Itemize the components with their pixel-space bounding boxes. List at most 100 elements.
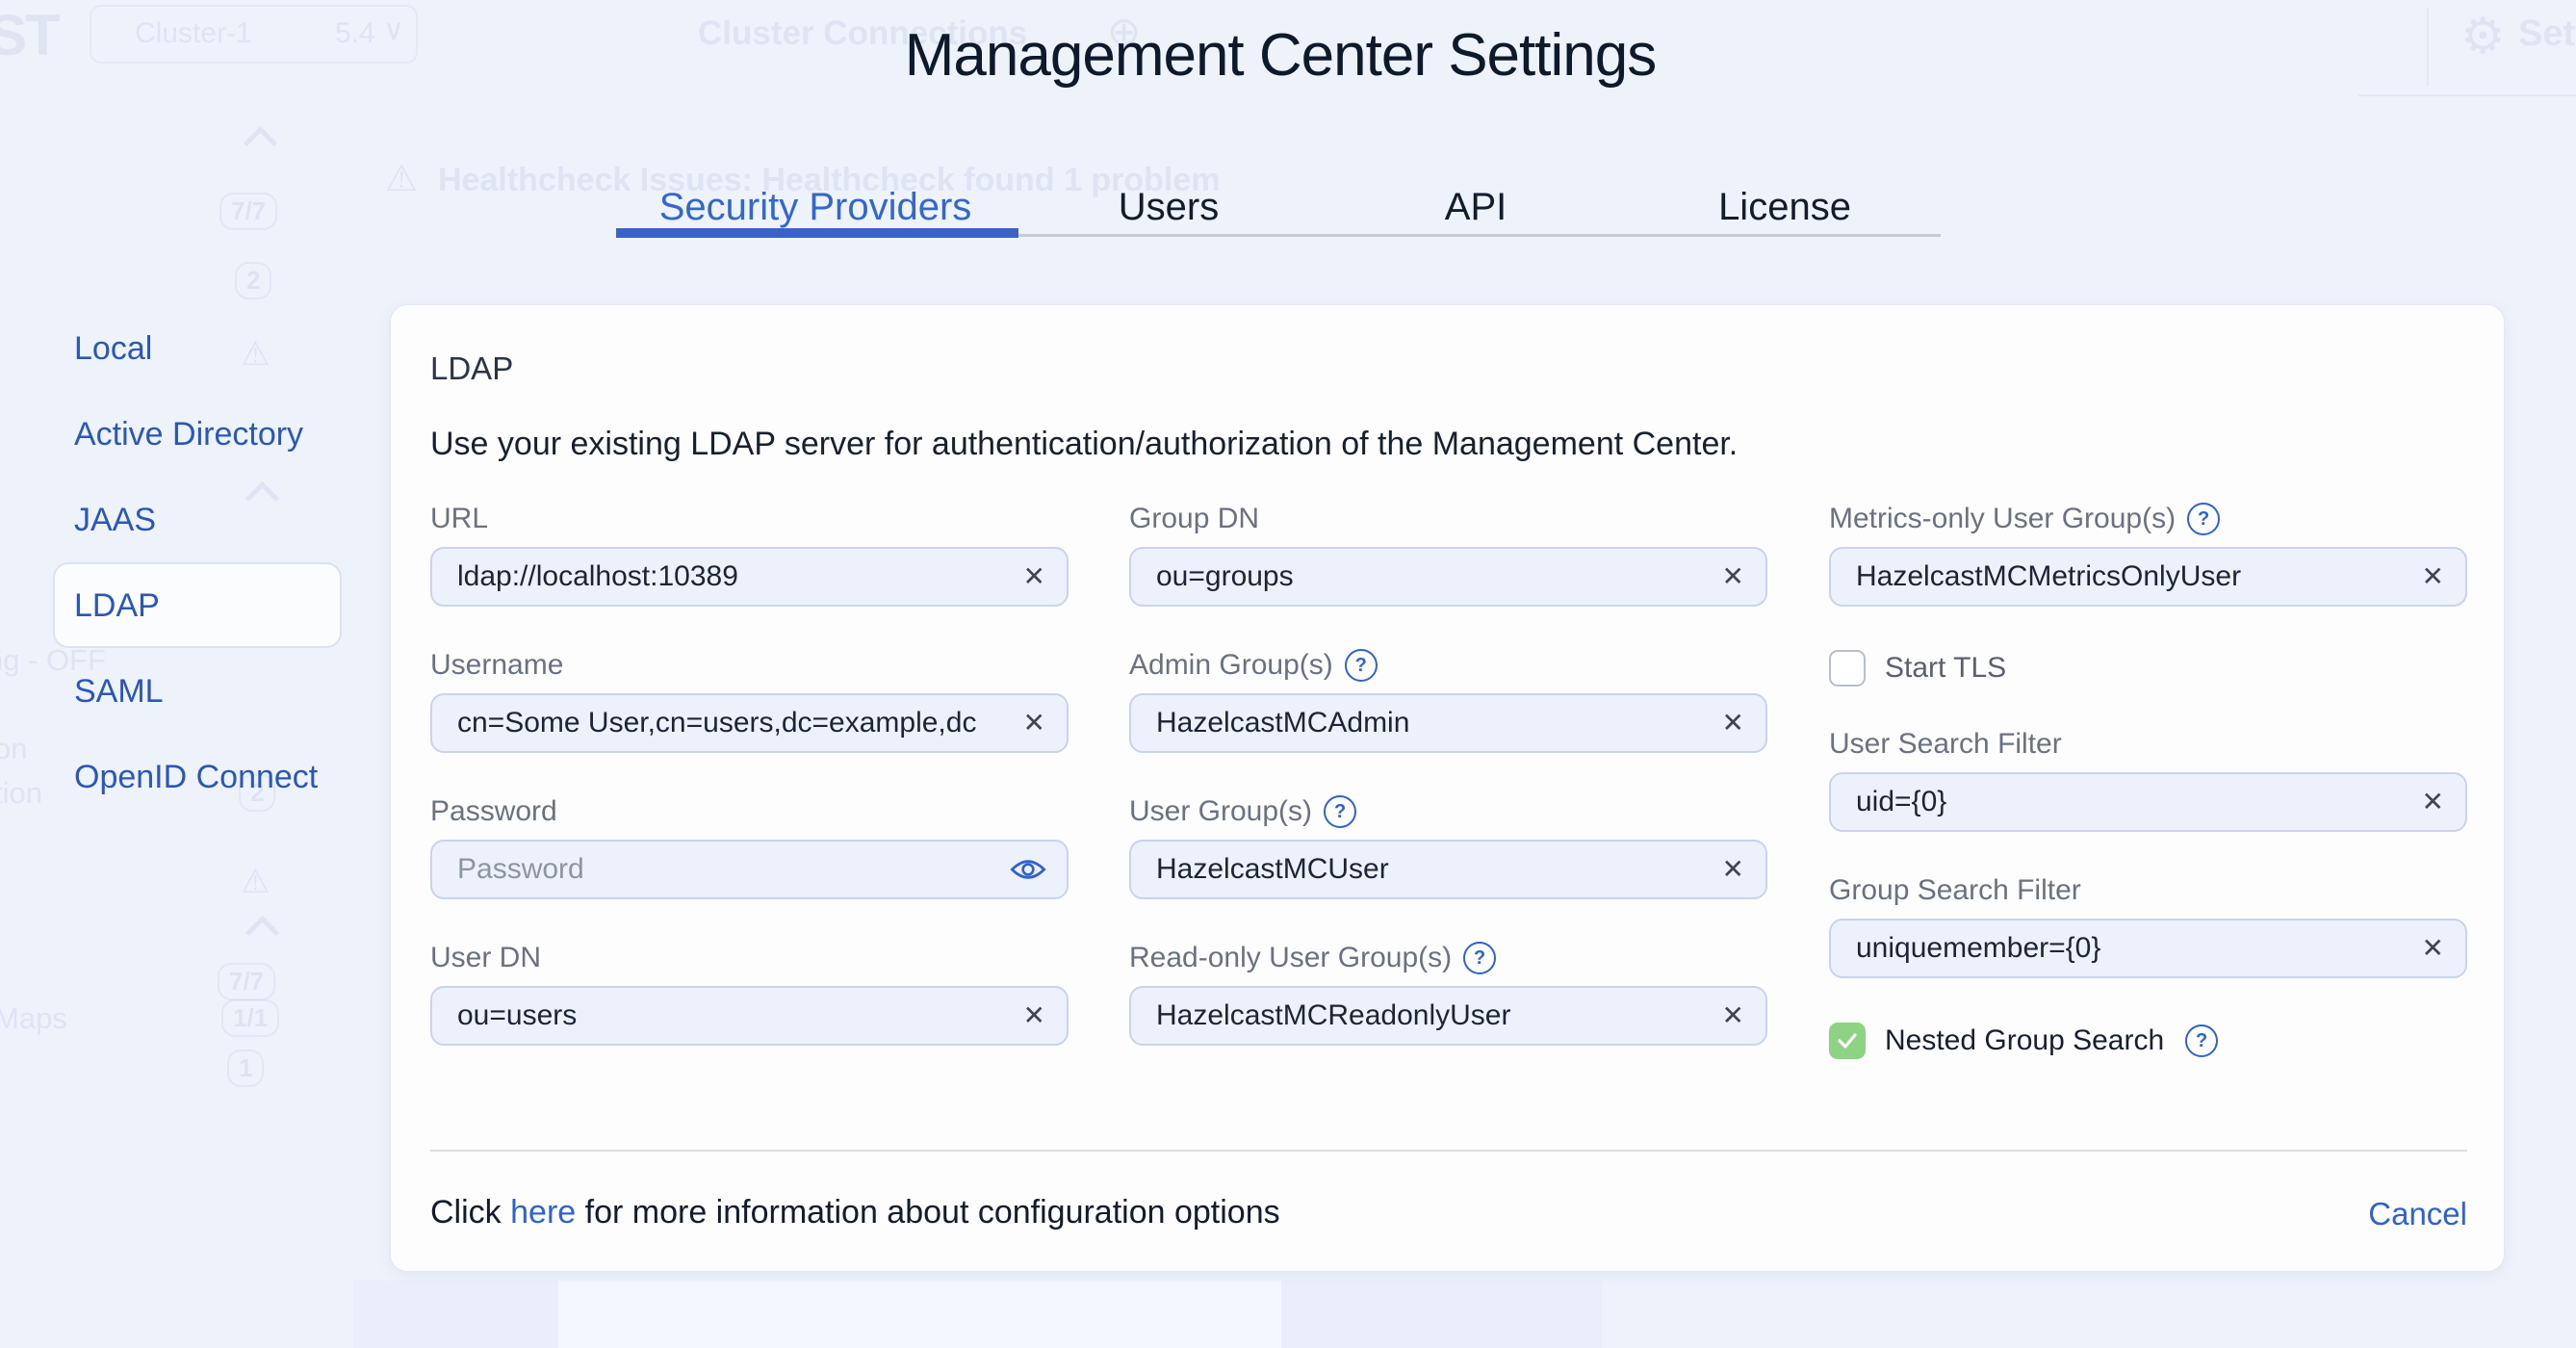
backdrop-item-fragment: on: [0, 732, 27, 766]
field-user-groups: User Group(s) ? ✕: [1129, 797, 1767, 899]
hazelcast-logo-fragment: ST: [0, 2, 59, 68]
field-admin-groups: Admin Group(s) ? ✕: [1129, 651, 1767, 753]
cancel-button[interactable]: Cancel: [2291, 1196, 2467, 1232]
backdrop-badge: 7/7: [219, 193, 277, 230]
admin-groups-input-box: ✕: [1129, 693, 1767, 753]
clear-icon[interactable]: ✕: [2422, 935, 2444, 962]
user-dn-input[interactable]: [457, 988, 976, 1044]
show-password-eye-icon[interactable]: [1009, 856, 1047, 883]
field-label: Password: [430, 797, 557, 826]
nav-item-saml[interactable]: SAML: [74, 675, 164, 708]
backdrop-item-fragment: Maps: [0, 1001, 67, 1036]
help-icon[interactable]: ?: [2185, 1024, 2218, 1057]
user-dn-input-box: ✕: [430, 986, 1069, 1046]
start-tls-checkbox[interactable]: [1829, 650, 1866, 687]
field-label: Read-only User Group(s): [1129, 944, 1452, 972]
group-dn-input-box: ✕: [1129, 547, 1767, 607]
username-input[interactable]: [457, 695, 976, 751]
user-search-filter-input-box: ✕: [1829, 772, 2467, 832]
password-input[interactable]: [457, 842, 976, 897]
clear-icon[interactable]: ✕: [1023, 1002, 1045, 1029]
group-search-filter-input[interactable]: [1856, 920, 2375, 976]
field-label: User DN: [430, 944, 541, 972]
nav-item-openid-connect[interactable]: OpenID Connect: [74, 761, 318, 793]
field-label: Group DN: [1129, 505, 1259, 533]
backdrop-table-block: [1281, 1281, 1602, 1348]
password-input-box: [430, 840, 1069, 899]
metrics-groups-input[interactable]: [1856, 549, 2375, 605]
backdrop-badge: 2: [235, 262, 271, 299]
backdrop-divider-h: [2358, 94, 2576, 96]
help-icon[interactable]: ?: [2187, 503, 2220, 535]
management-center-settings-overlay: ST Cluster-1 5.4 ∨ Cluster Connections ⊕…: [0, 0, 2576, 1348]
nav-item-local[interactable]: Local: [74, 332, 152, 365]
footer-text: Click: [430, 1194, 502, 1231]
here-link[interactable]: here: [510, 1194, 576, 1231]
warning-icon: ⚠: [385, 157, 418, 200]
card-heading: LDAP: [430, 350, 513, 387]
field-user-dn: User DN ✕: [430, 944, 1069, 1046]
url-input-box: ✕: [430, 547, 1069, 607]
field-label: User Search Filter: [1829, 730, 2062, 759]
backdrop-item-fragment: tion: [0, 776, 42, 811]
help-icon[interactable]: ?: [1324, 795, 1356, 828]
field-label: URL: [430, 505, 488, 533]
clear-icon[interactable]: ✕: [1023, 710, 1045, 737]
metrics-groups-input-box: ✕: [1829, 547, 2467, 607]
user-groups-input-box: ✕: [1129, 840, 1767, 899]
backdrop-badge: 1/1: [221, 999, 279, 1037]
clear-icon[interactable]: ✕: [1722, 563, 1744, 590]
readonly-groups-input-box: ✕: [1129, 986, 1767, 1046]
nested-group-search-row: Nested Group Search ?: [1829, 1023, 2218, 1059]
admin-groups-input[interactable]: [1156, 695, 1675, 751]
backdrop-caret-icon: [244, 126, 277, 160]
nav-item-ldap[interactable]: LDAP: [74, 589, 160, 622]
clear-icon[interactable]: ✕: [1722, 710, 1744, 737]
backdrop-table-block: [353, 1281, 558, 1348]
cluster-name: Cluster-1: [135, 17, 252, 50]
field-label: User Group(s): [1129, 797, 1312, 826]
page-title: Management Center Settings: [905, 21, 1656, 90]
tab-api[interactable]: API: [1445, 186, 1507, 229]
field-label: Group Search Filter: [1829, 876, 2081, 905]
chevron-down-icon: ∨: [383, 13, 404, 47]
nested-group-search-checkbox[interactable]: [1829, 1023, 1866, 1059]
field-readonly-groups: Read-only User Group(s) ? ✕: [1129, 944, 1767, 1046]
field-metrics-groups: Metrics-only User Group(s) ? ✕: [1829, 505, 2467, 607]
active-tab-indicator: [616, 228, 1018, 238]
clear-icon[interactable]: ✕: [1023, 563, 1045, 590]
help-icon[interactable]: ?: [1345, 649, 1378, 682]
backdrop-badge: 1: [227, 1050, 264, 1087]
nav-item-active-directory[interactable]: Active Directory: [74, 418, 303, 451]
group-dn-input[interactable]: [1156, 549, 1675, 605]
clear-icon[interactable]: ✕: [2422, 563, 2444, 590]
clear-icon[interactable]: ✕: [1722, 856, 1744, 883]
tab-users[interactable]: Users: [1119, 186, 1219, 229]
field-password: Password: [430, 797, 1069, 899]
backdrop-caret-icon: [245, 916, 279, 949]
footer-divider: [430, 1150, 2467, 1152]
gear-icon: ⚙: [2460, 8, 2506, 65]
backdrop-table-block: [558, 1281, 1281, 1348]
help-icon[interactable]: ?: [1463, 942, 1496, 974]
tab-license[interactable]: License: [1718, 186, 1851, 229]
readonly-groups-input[interactable]: [1156, 988, 1675, 1044]
clear-icon[interactable]: ✕: [1722, 1002, 1744, 1029]
user-search-filter-input[interactable]: [1856, 774, 2375, 830]
field-group-search-filter: Group Search Filter ✕: [1829, 876, 2467, 978]
field-group-dn: Group DN ✕: [1129, 505, 1767, 607]
checkbox-label: Nested Group Search: [1885, 1024, 2164, 1057]
backdrop-badge: 7/7: [218, 963, 275, 1000]
nav-item-jaas[interactable]: JAAS: [74, 504, 156, 536]
user-groups-input[interactable]: [1156, 842, 1675, 897]
tab-security-providers[interactable]: Security Providers: [659, 186, 972, 229]
clear-icon[interactable]: ✕: [2422, 789, 2444, 816]
field-label: Admin Group(s): [1129, 651, 1333, 680]
url-input[interactable]: [457, 549, 976, 605]
footer-help-text: Click here for more information about co…: [430, 1194, 1280, 1231]
field-label: Metrics-only User Group(s): [1829, 505, 2176, 533]
backdrop-caret-icon: [245, 481, 279, 515]
warning-icon: ⚠: [241, 335, 270, 374]
warning-icon: ⚠: [241, 863, 270, 901]
username-input-box: ✕: [430, 693, 1069, 753]
